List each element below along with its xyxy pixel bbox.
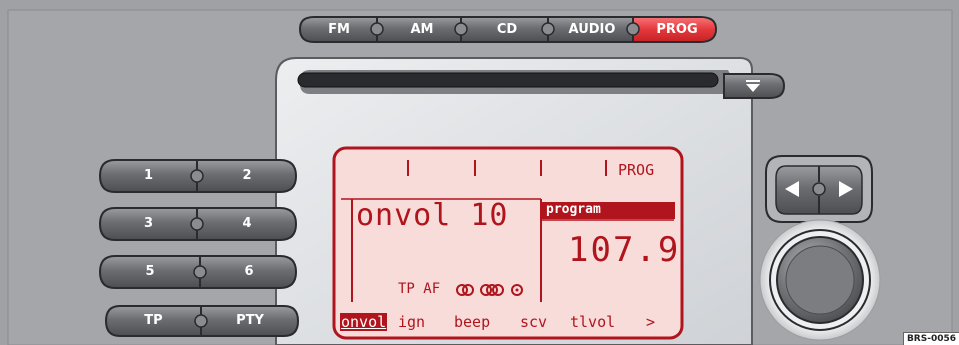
arrow-right-icon: [839, 181, 853, 197]
preset-label: 5: [145, 264, 155, 279]
menu-more-arrow[interactable]: >: [646, 313, 655, 331]
preset-label: 2: [242, 168, 252, 183]
display-frequency: 107.9: [568, 230, 681, 270]
preset-label: 1: [143, 168, 154, 183]
pty-button[interactable]: PTY: [203, 307, 297, 335]
menu-item-ign[interactable]: ign: [398, 313, 425, 331]
display-mode-label: PROG: [618, 161, 655, 179]
preset-button-6[interactable]: 6: [202, 257, 296, 287]
menu-item-onvol[interactable]: onvol: [340, 313, 388, 331]
menu-item-scv[interactable]: scv: [520, 313, 547, 331]
eject-button[interactable]: [724, 74, 784, 98]
tp-label: TP: [144, 313, 163, 328]
source-button-cd[interactable]: CD: [468, 17, 546, 42]
source-button-am[interactable]: AM: [384, 17, 460, 42]
preset-button-2[interactable]: 2: [199, 161, 295, 191]
display-main-text: onvol 10: [356, 198, 509, 233]
stereo-icons: [456, 284, 523, 296]
preset-button-4[interactable]: 4: [199, 209, 295, 239]
eject-icon: [746, 80, 760, 92]
source-button-label: AUDIO: [568, 22, 616, 37]
tp-button[interactable]: TP: [107, 307, 200, 335]
preset-button-3[interactable]: 3: [101, 209, 196, 239]
source-button-label: FM: [328, 22, 350, 37]
lcd-display: PROG onvol 10 program 107.9 TP AF onvol …: [334, 148, 682, 338]
radio-panel: FM AM CD AUDIO PROG 1 2 3 4 5 6 TP PTY P…: [0, 0, 959, 345]
source-button-prog[interactable]: PROG: [640, 17, 714, 42]
preset-button-5[interactable]: 5: [101, 257, 199, 287]
menu-item-tlvol[interactable]: tlvol: [570, 313, 615, 331]
display-program-header: program: [546, 202, 601, 217]
nav-left-button[interactable]: [776, 166, 818, 214]
preset-button-1[interactable]: 1: [101, 161, 196, 191]
source-button-fm[interactable]: FM: [302, 17, 376, 42]
menu-item-beep[interactable]: beep: [454, 313, 490, 331]
nav-right-button[interactable]: [820, 166, 862, 214]
preset-label: 6: [244, 264, 254, 279]
preset-label: 4: [242, 216, 252, 231]
arrow-left-icon: [785, 181, 799, 197]
source-button-label: PROG: [656, 22, 698, 37]
figure-reference: BRS-0056: [902, 332, 959, 345]
source-button-label: CD: [496, 22, 518, 37]
source-button-label: AM: [410, 22, 434, 37]
display-status-text: TP AF: [398, 281, 441, 297]
source-button-audio[interactable]: AUDIO: [555, 17, 629, 42]
preset-label: 3: [143, 216, 154, 231]
pty-label: PTY: [236, 313, 264, 328]
volume-knob[interactable]: [777, 237, 863, 323]
